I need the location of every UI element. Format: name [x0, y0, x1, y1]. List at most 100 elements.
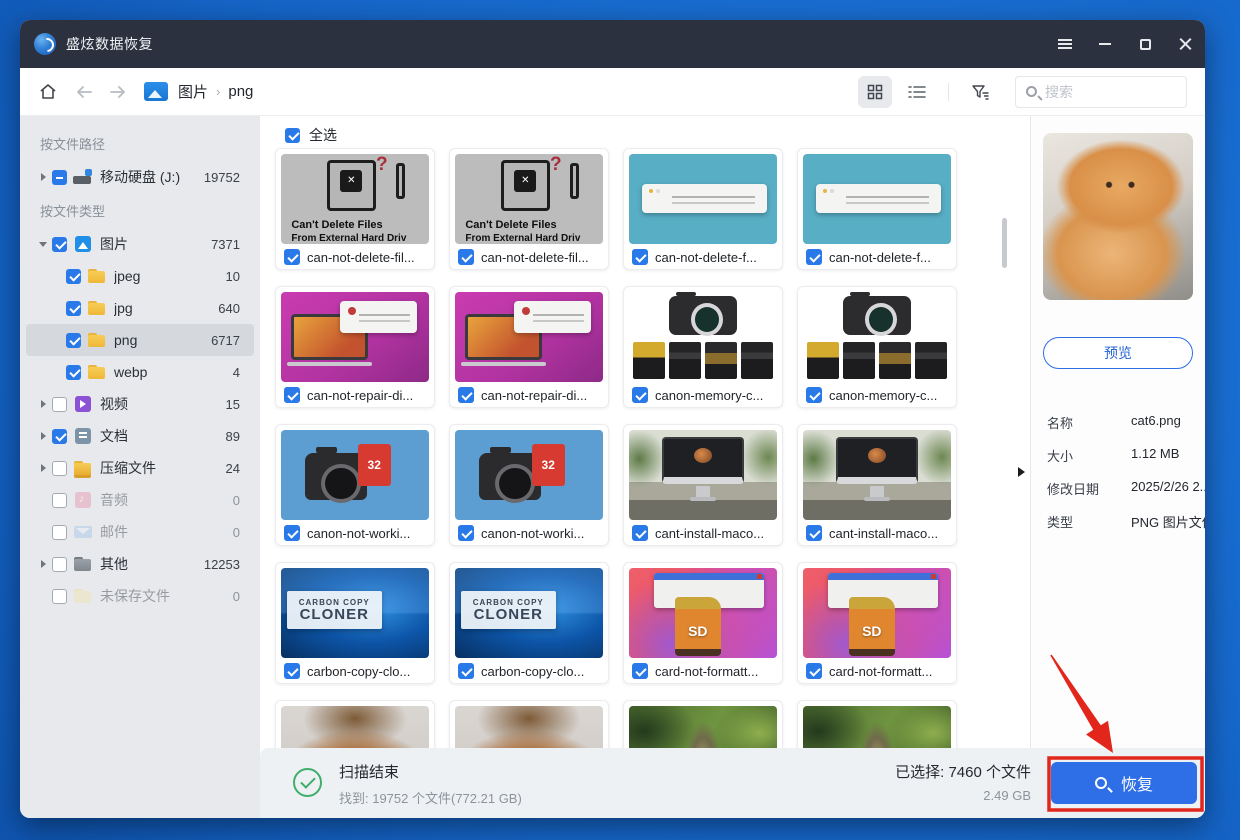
checkbox[interactable]	[458, 249, 474, 265]
tree-item-mail[interactable]: 邮件0	[26, 516, 254, 548]
item-count: 15	[226, 397, 240, 412]
file-card-label-row: cant-install-maco...	[624, 520, 782, 546]
tree-item-video[interactable]: 视频15	[26, 388, 254, 420]
checkbox[interactable]	[806, 525, 822, 541]
select-all-checkbox[interactable]	[285, 128, 300, 143]
tree-item-jpeg[interactable]: jpeg10	[26, 260, 254, 292]
tree-item-audio[interactable]: 音频0	[26, 484, 254, 516]
home-button[interactable]	[38, 82, 58, 102]
checkbox[interactable]	[52, 397, 67, 412]
checkbox[interactable]	[284, 249, 300, 265]
expander-icon[interactable]	[36, 429, 50, 443]
tree-item-jpg[interactable]: jpg640	[26, 292, 254, 324]
tree-item-webp[interactable]: webp4	[26, 356, 254, 388]
search-box[interactable]	[1015, 76, 1187, 108]
expander-icon[interactable]	[36, 170, 50, 184]
filter-button[interactable]	[963, 76, 997, 108]
breadcrumb-current[interactable]: png	[228, 83, 253, 100]
expander-icon[interactable]	[36, 461, 50, 475]
minimize-button[interactable]	[1085, 20, 1125, 68]
checkbox[interactable]	[52, 461, 67, 476]
tree-item-png[interactable]: png6717	[26, 324, 254, 356]
file-card[interactable]: ✕?Can't Delete FilesFrom External Hard D…	[275, 148, 435, 270]
file-card[interactable]: can-not-delete-f...	[623, 148, 783, 270]
checkbox[interactable]	[52, 429, 67, 444]
expander-icon[interactable]	[36, 557, 50, 571]
file-card[interactable]: cant-install-maco...	[797, 424, 957, 546]
checkbox[interactable]	[66, 333, 81, 348]
tree-item-images[interactable]: 图片7371	[26, 228, 254, 260]
checkbox[interactable]	[284, 525, 300, 541]
checkbox[interactable]	[52, 237, 67, 252]
select-all-row[interactable]: 全选	[283, 124, 1030, 146]
expander-icon[interactable]	[36, 237, 50, 251]
tree-item-other[interactable]: 其他12253	[26, 548, 254, 580]
file-name: cant-install-maco...	[829, 526, 938, 541]
menu-button[interactable]	[1045, 20, 1085, 68]
thumbnail	[629, 430, 777, 520]
checkbox[interactable]	[806, 663, 822, 679]
recover-button[interactable]: 恢复	[1051, 762, 1197, 804]
grid-view-button[interactable]	[858, 76, 892, 108]
tree-item-drive-j[interactable]: 移动硬盘 (J:)19752	[26, 161, 254, 193]
dialog-shape	[340, 301, 417, 333]
memory-card-shape	[705, 342, 737, 380]
thumbnail: SD	[629, 568, 777, 658]
back-button[interactable]	[74, 84, 94, 100]
file-card[interactable]: can-not-repair-di...	[449, 286, 609, 408]
checkbox[interactable]	[458, 525, 474, 541]
checkbox[interactable]	[284, 387, 300, 403]
tree-item-label: jpg	[114, 300, 133, 316]
file-card[interactable]: 32canon-not-worki...	[449, 424, 609, 546]
file-card[interactable]: can-not-repair-di...	[275, 286, 435, 408]
tree-item-archive[interactable]: 压缩文件24	[26, 452, 254, 484]
checkbox[interactable]	[66, 301, 81, 316]
checkbox[interactable]	[458, 663, 474, 679]
file-card-label-row: can-not-delete-fil...	[450, 244, 608, 270]
vertical-scrollbar[interactable]	[1002, 218, 1007, 268]
file-card[interactable]: SDcard-not-formatt...	[623, 562, 783, 684]
checkbox[interactable]	[632, 249, 648, 265]
memory-cards-row	[807, 342, 946, 380]
item-count: 0	[233, 493, 240, 508]
search-input[interactable]	[1045, 84, 1155, 100]
checkbox[interactable]	[632, 387, 648, 403]
breadcrumb-parent[interactable]: 图片	[178, 81, 208, 102]
maximize-button[interactable]	[1125, 20, 1165, 68]
file-card[interactable]: can-not-delete-f...	[797, 148, 957, 270]
list-view-icon	[908, 85, 926, 99]
tree-item-docs[interactable]: 文档89	[26, 420, 254, 452]
checkbox[interactable]	[52, 557, 67, 572]
checkbox[interactable]	[806, 387, 822, 403]
detail-value: cat6.png	[1131, 413, 1181, 432]
list-view-button[interactable]	[900, 76, 934, 108]
checkbox[interactable]	[632, 663, 648, 679]
file-card[interactable]: ✕?Can't Delete FilesFrom External Hard D…	[449, 148, 609, 270]
preview-button[interactable]: 预览	[1043, 337, 1193, 369]
detail-row: 名称cat6.png	[1047, 413, 1205, 432]
audio-icon	[73, 492, 93, 508]
expander-icon[interactable]	[36, 397, 50, 411]
checkbox[interactable]	[806, 249, 822, 265]
close-button[interactable]	[1165, 20, 1205, 68]
preview-image	[1043, 133, 1193, 300]
file-card[interactable]: canon-memory-c...	[623, 286, 783, 408]
file-card[interactable]: CARBON COPYCLONERcarbon-copy-clo...	[275, 562, 435, 684]
file-card[interactable]: SDcard-not-formatt...	[797, 562, 957, 684]
checkbox[interactable]	[52, 170, 67, 185]
forward-button[interactable]	[108, 84, 128, 100]
panel-collapse-handle[interactable]	[1016, 464, 1028, 480]
tree-item-unsaved[interactable]: 未保存文件0	[26, 580, 254, 612]
item-count: 6717	[211, 333, 240, 348]
checkbox[interactable]	[458, 387, 474, 403]
file-card[interactable]: canon-memory-c...	[797, 286, 957, 408]
file-card[interactable]: cant-install-maco...	[623, 424, 783, 546]
file-card[interactable]: CARBON COPYCLONERcarbon-copy-clo...	[449, 562, 609, 684]
checkbox[interactable]	[66, 269, 81, 284]
sidebar-tree: 按文件路径移动硬盘 (J:)19752按文件类型图片7371jpeg10jpg6…	[20, 116, 260, 818]
checkbox[interactable]	[632, 525, 648, 541]
file-card[interactable]: 32canon-not-worki...	[275, 424, 435, 546]
checkbox[interactable]	[66, 365, 81, 380]
checkbox[interactable]	[284, 663, 300, 679]
usb-plug-shape	[396, 163, 405, 199]
